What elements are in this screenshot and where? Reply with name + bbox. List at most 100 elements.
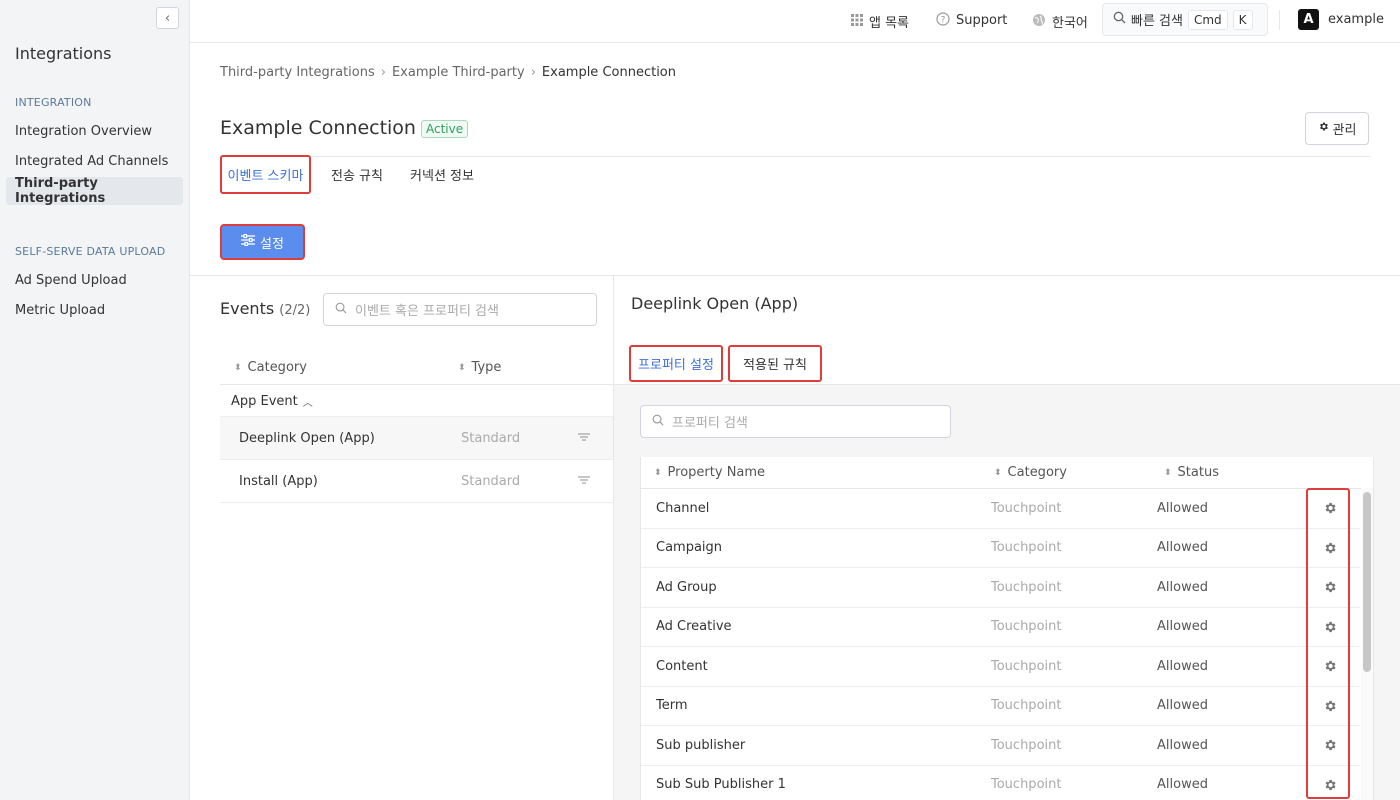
sidebar-title: Integrations [15,44,112,63]
scrollbar-thumb[interactable] [1363,492,1371,672]
tab-connection-info[interactable]: 커넥션 정보 [400,155,484,194]
sidebar-section-integration: INTEGRATION [15,96,92,109]
column-header-property-name[interactable]: ⬍ Property Name [654,465,765,480]
property-name: Channel [656,500,710,516]
column-header-type[interactable]: ⬍ Type [458,360,501,375]
property-row[interactable]: Channel Touchpoint Allowed [641,489,1360,529]
language-label: 한국어 [1052,16,1088,31]
header-divider [220,156,1370,157]
property-name: Ad Group [656,579,717,595]
property-search-input[interactable]: 프로퍼티 검색 [640,405,951,438]
sidebar-item-integrated-ad-channels[interactable]: Integrated Ad Channels [6,147,183,175]
sidebar-item-third-party-integrations[interactable]: Third-party Integrations [6,176,183,206]
chevron-up-icon: ︿ [302,397,313,409]
property-row[interactable]: Campaign Touchpoint Allowed [641,529,1360,568]
property-category: Touchpoint [991,579,1062,595]
property-name: Campaign [656,540,723,556]
shortcut-cmd-key: Cmd [1187,9,1228,30]
settings-button[interactable]: 설정 [220,224,305,260]
column-label: Status [1177,465,1219,480]
sort-icon: ⬍ [234,362,242,373]
event-type: Standard [461,473,521,489]
tab-transfer-rules[interactable]: 전송 규칙 [322,155,392,194]
sidebar-item-metric-upload[interactable]: Metric Upload [6,296,183,324]
status-badge: Active [421,120,469,138]
sidebar-item-ad-spend-upload[interactable]: Ad Spend Upload [6,266,183,294]
event-name: Deeplink Open (App) [239,430,375,446]
event-name: Install (App) [239,473,318,489]
detail-title: Deeplink Open (App) [631,294,799,313]
support-label: Support [956,13,1008,28]
sidebar-item-integration-overview[interactable]: Integration Overview [6,117,183,145]
property-status: Allowed [1157,658,1208,674]
property-row[interactable]: Content Touchpoint Allowed [641,647,1360,687]
svg-text:?: ? [941,16,946,26]
property-category: Touchpoint [991,777,1062,793]
property-row[interactable]: Sub Sub Publisher 1 Touchpoint Allowed [641,766,1360,800]
events-count: (2/2) [279,303,311,318]
account-name[interactable]: example [1328,12,1384,27]
chevron-right-icon: › [380,65,386,80]
settings-label: 설정 [260,236,284,252]
app-list-label: 앱 목록 [869,16,910,31]
gear-icon [1318,121,1329,136]
filter-icon[interactable] [578,474,590,489]
sidebar-section-data-upload: SELF-SERVE DATA UPLOAD [15,245,166,258]
column-header-category[interactable]: ⬍ Category [994,465,1067,480]
account-logo[interactable]: A [1298,9,1319,30]
globe-icon [1032,13,1046,30]
property-category: Touchpoint [991,737,1062,753]
property-status: Allowed [1157,500,1208,516]
chevron-right-icon: › [530,65,536,80]
property-category: Touchpoint [991,540,1062,556]
property-status: Allowed [1157,698,1208,714]
breadcrumb-current: Example Connection [541,65,676,80]
chevron-left-icon: ‹ [164,10,171,26]
property-category: Touchpoint [991,658,1062,674]
property-status: Allowed [1157,737,1208,753]
manage-button[interactable]: 관리 [1305,112,1369,145]
property-row[interactable]: Sub publisher Touchpoint Allowed [641,726,1360,766]
event-search-input[interactable]: 이벤트 혹은 프로퍼티 검색 [323,293,597,326]
property-search-placeholder: 프로퍼티 검색 [672,416,748,431]
property-name: Sub publisher [656,737,746,753]
event-row[interactable]: Deeplink Open (App) Standard [220,417,613,460]
manage-label: 관리 [1332,123,1357,138]
breadcrumb-example-third-party[interactable]: Example Third-party [392,65,525,80]
event-row[interactable]: Install (App) Standard [220,460,613,503]
property-row[interactable]: Term Touchpoint Allowed [641,687,1360,726]
sidebar: ‹ Integrations INTEGRATION Integration O… [0,0,190,800]
property-name: Ad Creative [656,619,732,635]
event-type: Standard [461,430,521,446]
sort-icon: ⬍ [458,362,466,373]
breadcrumb-third-party-integrations[interactable]: Third-party Integrations [220,65,375,80]
property-name: Content [656,658,708,674]
column-label: Category [247,360,307,375]
column-label: Property Name [667,465,766,480]
event-search-placeholder: 이벤트 혹은 프로퍼티 검색 [355,304,499,319]
gear-column-highlight [1306,488,1350,799]
search-icon [652,414,664,430]
event-group-label: App Event [231,393,298,409]
column-header-status[interactable]: ⬍ Status [1164,465,1219,480]
sliders-icon [241,233,256,250]
filter-icon[interactable] [578,431,590,446]
property-row[interactable]: Ad Group Touchpoint Allowed [641,568,1360,608]
tab-property-settings[interactable]: 프로퍼티 설정 [629,345,723,382]
property-status: Allowed [1157,540,1208,556]
column-label: Category [1007,465,1067,480]
quick-search-button[interactable]: 빠른 검색 Cmd K [1102,3,1268,36]
event-group-app-event[interactable]: App Event ︿ [220,386,613,417]
shortcut-k-key: K [1232,9,1253,30]
property-status: Allowed [1157,619,1208,635]
tab-event-schema[interactable]: 이벤트 스키마 [220,155,311,194]
column-header-category[interactable]: ⬍ Category [234,360,307,375]
tab-applied-rules[interactable]: 적용된 규칙 [728,345,822,382]
language-selector[interactable]: 한국어 [1032,12,1088,31]
events-header-divider [220,384,613,385]
collapse-sidebar-button[interactable]: ‹ [156,7,179,29]
sort-icon: ⬍ [1164,467,1172,478]
property-row[interactable]: Ad Creative Touchpoint Allowed [641,608,1360,647]
support-link[interactable]: ? Support [936,12,1007,29]
app-list-link[interactable]: 앱 목록 [851,12,909,31]
